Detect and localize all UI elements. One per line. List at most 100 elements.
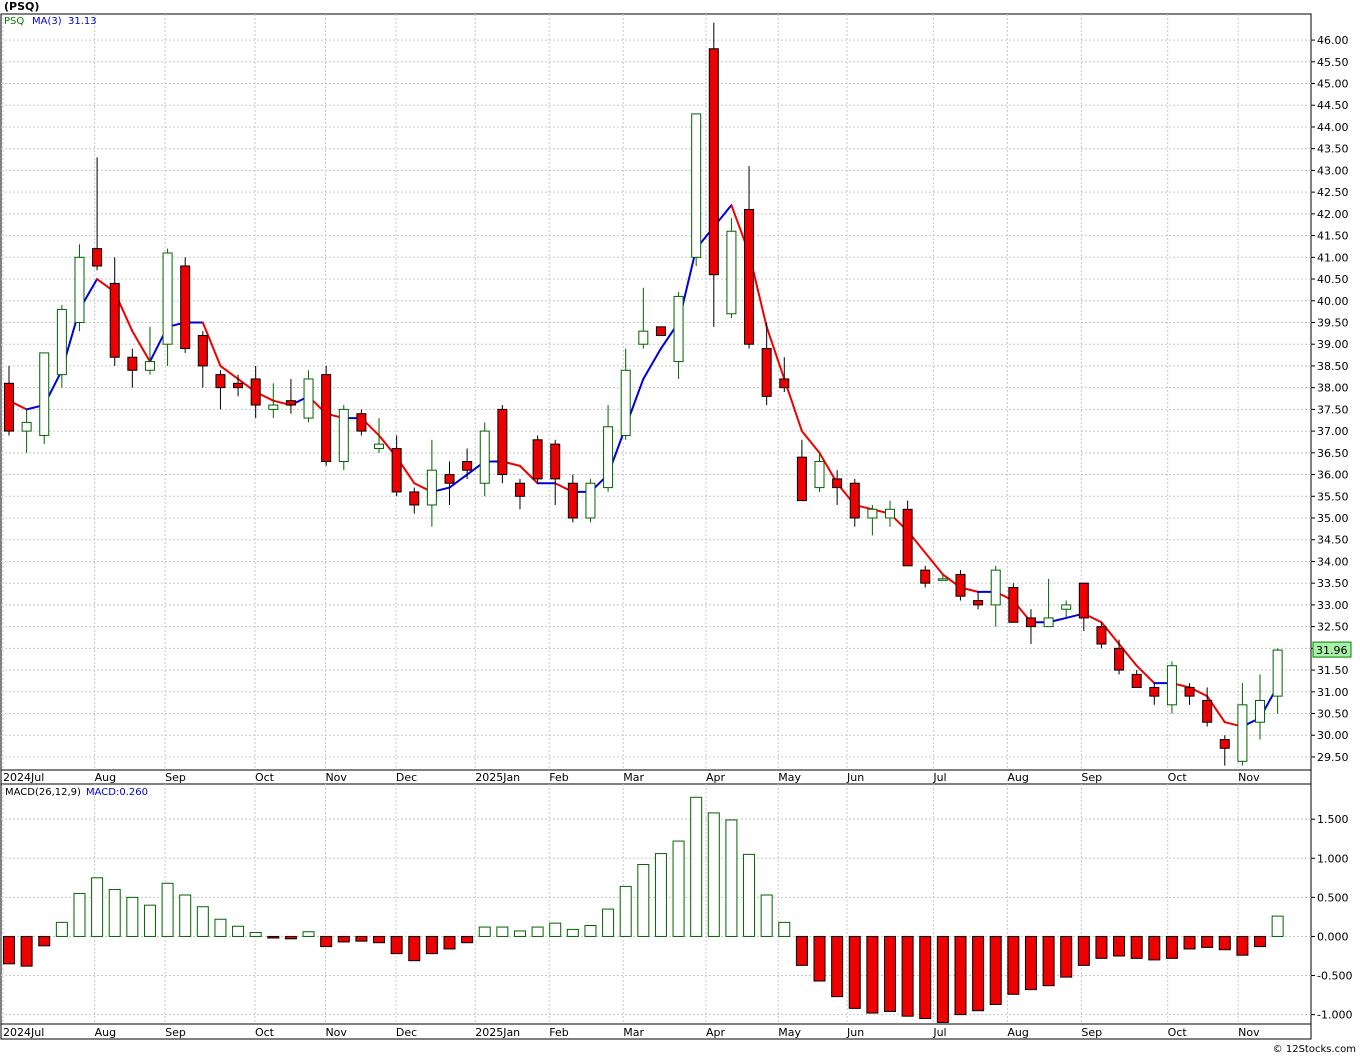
macd-bar	[108, 889, 121, 937]
candle-body	[197, 335, 208, 367]
candle-body	[726, 230, 737, 315]
price-y-tick-label: 31.50	[1317, 664, 1349, 677]
price-y-tick-label: 44.50	[1317, 99, 1349, 112]
candle-body	[56, 308, 67, 376]
candle-body	[374, 443, 385, 449]
macd-bar	[690, 796, 703, 937]
macd-y-tick-label: 1.500	[1317, 813, 1349, 826]
price-y-tick-label: 43.00	[1317, 164, 1349, 177]
candle-body	[567, 482, 578, 519]
candle-body	[479, 430, 490, 484]
candle-body	[285, 400, 296, 406]
macd-bar	[760, 894, 773, 937]
candle-body	[920, 569, 931, 584]
macd-bar	[566, 928, 579, 937]
candle	[726, 218, 737, 319]
candle-body	[867, 508, 878, 519]
macd-bar	[725, 819, 738, 937]
chart-title: (PSQ)	[4, 0, 39, 13]
macd-bar	[637, 864, 650, 937]
macd-bar	[373, 935, 386, 944]
macd-x-axis-strip	[0, 1023, 1312, 1040]
candle-body	[1114, 647, 1125, 671]
macd-bar	[478, 926, 491, 937]
candle-body	[779, 378, 790, 389]
candle	[585, 478, 596, 523]
candle-body	[1078, 582, 1089, 619]
candle-body	[849, 482, 860, 519]
macd-x-label: Aug	[95, 1026, 116, 1039]
candle-body	[268, 404, 279, 410]
price-y-tick-label: 34.00	[1317, 555, 1349, 568]
candle	[691, 113, 702, 266]
macd-bar	[954, 935, 967, 1016]
macd-bar	[707, 812, 720, 937]
candle-body	[1166, 665, 1177, 706]
macd-x-label: Oct	[255, 1026, 275, 1039]
macd-bar	[549, 922, 562, 937]
candle-body	[655, 326, 666, 337]
macd-x-label: Oct	[1168, 1026, 1188, 1039]
candle-body	[39, 352, 50, 436]
candle-body	[744, 209, 755, 345]
candle-body	[973, 600, 984, 606]
macd-bar	[196, 906, 209, 937]
candle	[1008, 583, 1019, 623]
legend-symbol: PSQ	[4, 16, 24, 27]
price-y-tick-label: 42.00	[1317, 208, 1349, 221]
candle	[497, 405, 508, 484]
price-y-tick-label: 42.50	[1317, 186, 1349, 199]
macd-bar	[232, 925, 245, 937]
macd-x-label: Apr	[706, 1026, 726, 1039]
candle-body	[902, 508, 913, 567]
macd-bar	[91, 877, 104, 937]
macd-x-label: Nov	[1238, 1026, 1260, 1039]
price-x-label: Jun	[846, 771, 864, 784]
price-y-tick-label: 31.00	[1317, 686, 1349, 699]
candle	[321, 365, 332, 466]
price-y-tick-label: 40.50	[1317, 273, 1349, 286]
macd-bar	[884, 935, 896, 1012]
macd-bar	[249, 932, 262, 937]
macd-y-axis: 1.500 1.000 0.500 0.000 -0.500 -1.000	[1311, 813, 1352, 1022]
candle-body	[532, 439, 543, 480]
macd-bar	[1271, 915, 1284, 937]
candle-body	[127, 356, 138, 371]
macd-bar	[161, 882, 174, 937]
macd-x-label: 2024Jul	[3, 1026, 44, 1039]
candle-body	[885, 508, 895, 519]
price-x-label: Nov	[1238, 771, 1260, 784]
price-y-tick-label: 35.00	[1317, 512, 1349, 525]
macd-bar	[1042, 935, 1055, 987]
candle-body	[92, 248, 103, 267]
price-x-label: May	[778, 771, 801, 784]
candle-body	[955, 573, 966, 597]
price-y-tick-label: 41.50	[1317, 230, 1349, 243]
price-y-tick-label: 33.50	[1317, 577, 1349, 590]
macd-bar	[408, 935, 421, 962]
macd-bar	[936, 935, 949, 1023]
macd-x-label: Dec	[396, 1026, 417, 1039]
price-y-tick-label: 36.00	[1317, 469, 1349, 482]
price-y-tick-label: 34.50	[1317, 534, 1349, 547]
candle-body	[514, 482, 525, 497]
macd-bar	[443, 935, 456, 950]
candle-body	[603, 426, 614, 489]
price-x-label: 2025Jan	[475, 771, 520, 784]
candle	[532, 435, 543, 484]
candle	[39, 352, 50, 445]
candle-body	[409, 491, 420, 506]
candle-body	[74, 256, 85, 323]
macd-x-label: Sep	[165, 1026, 186, 1039]
candle-body	[990, 569, 1001, 606]
macd-bar	[1183, 935, 1196, 950]
candle-body	[638, 330, 649, 345]
price-x-label: 2024Jul	[3, 771, 44, 784]
candle-body	[1202, 699, 1213, 723]
macd-bar	[531, 926, 544, 937]
candle-body	[162, 252, 173, 345]
macd-bar	[1165, 935, 1178, 959]
price-x-label: Aug	[95, 771, 116, 784]
macd-bar	[901, 935, 914, 1017]
macd-bar	[20, 935, 33, 967]
